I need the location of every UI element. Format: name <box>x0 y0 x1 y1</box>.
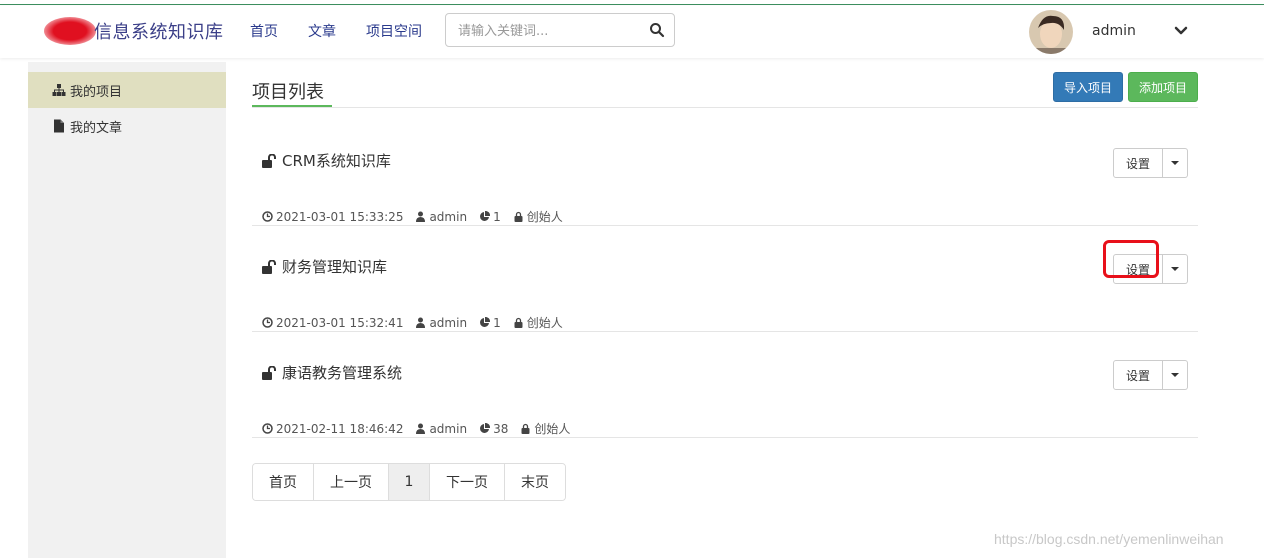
project-role: 创始人 <box>526 210 563 224</box>
project-author: admin <box>429 209 468 224</box>
project-row[interactable]: 财务管理知识库 设置 2021-03-01 15:32:41 admin 1 创… <box>252 226 1198 332</box>
project-meta: 2021-02-11 18:46:42 admin 38 创始人 <box>262 420 582 437</box>
nav-project-space[interactable]: 项目空间 <box>366 21 422 41</box>
project-doc-count: 1 <box>493 315 501 330</box>
clock-icon <box>262 211 273 222</box>
file-icon <box>54 119 64 133</box>
pie-chart-icon <box>480 423 491 433</box>
project-title[interactable]: CRM系统知识库 <box>262 150 391 171</box>
user-icon <box>416 317 426 328</box>
top-navbar: 信息系统知识库 首页 文章 项目空间 admin <box>0 6 1264 58</box>
clock-icon <box>262 317 273 328</box>
search-box <box>445 13 675 47</box>
lock-role-icon <box>514 211 523 222</box>
project-role: 创始人 <box>534 422 571 436</box>
caret-down-icon <box>1171 267 1179 271</box>
project-doc-count: 1 <box>493 209 501 224</box>
lock-role-icon <box>521 423 530 434</box>
user-avatar[interactable] <box>1029 10 1073 54</box>
project-settings-group: 设置 <box>1113 148 1188 178</box>
pie-chart-icon <box>480 317 491 327</box>
project-name: 康语教务管理系统 <box>282 364 403 382</box>
project-date: 2021-02-11 18:46:42 <box>276 421 404 436</box>
sidebar-item-my-projects[interactable]: 我的项目 <box>28 72 226 108</box>
nav-home[interactable]: 首页 <box>250 21 278 41</box>
project-settings-group: 设置 <box>1113 360 1188 390</box>
sidebar-item-my-articles[interactable]: 我的文章 <box>28 108 226 144</box>
sidebar: 我的项目 我的文章 <box>28 62 226 558</box>
chevron-down-icon[interactable] <box>1173 24 1189 38</box>
settings-dropdown-toggle[interactable] <box>1163 360 1188 390</box>
unlock-icon <box>262 365 276 380</box>
sidebar-item-label: 我的项目 <box>70 84 123 100</box>
unlock-icon <box>262 153 276 168</box>
add-project-button[interactable]: 添加项目 <box>1128 72 1198 102</box>
pagination: 首页 上一页 1 下一页 末页 <box>252 463 566 501</box>
username[interactable]: admin <box>1092 23 1136 39</box>
caret-down-icon <box>1171 373 1179 377</box>
page-next[interactable]: 下一页 <box>430 464 505 500</box>
watermark: https://blog.csdn.net/yemenlinweihan <box>994 531 1224 547</box>
top-accent-line <box>0 0 1264 5</box>
redacted-logo-mark <box>44 17 96 45</box>
search-input[interactable] <box>458 21 638 41</box>
project-row[interactable]: 康语教务管理系统 设置 2021-02-11 18:46:42 admin 38… <box>252 332 1198 438</box>
search-icon[interactable] <box>649 22 665 38</box>
caret-down-icon <box>1171 161 1179 165</box>
page-prev[interactable]: 上一页 <box>314 464 389 500</box>
page-current[interactable]: 1 <box>389 464 430 500</box>
sidebar-item-label: 我的文章 <box>70 120 123 136</box>
import-project-button[interactable]: 导入项目 <box>1053 72 1123 102</box>
project-author: admin <box>429 421 468 436</box>
project-date: 2021-03-01 15:32:41 <box>276 315 404 330</box>
project-row[interactable]: CRM系统知识库 设置 2021-03-01 15:33:25 admin 1 … <box>252 120 1198 226</box>
red-highlight-box <box>1103 240 1159 278</box>
brand-title: 信息系统知识库 <box>94 22 224 43</box>
page-first[interactable]: 首页 <box>253 464 314 500</box>
project-author: admin <box>429 315 468 330</box>
user-icon <box>416 423 426 434</box>
nav-articles[interactable]: 文章 <box>308 21 336 41</box>
brand-logo[interactable]: 信息系统知识库 <box>44 16 224 46</box>
user-icon <box>416 211 426 222</box>
unlock-icon <box>262 259 276 274</box>
project-meta: 2021-03-01 15:33:25 admin 1 创始人 <box>262 208 575 225</box>
project-name: 财务管理知识库 <box>282 258 388 276</box>
settings-dropdown-toggle[interactable] <box>1163 254 1188 284</box>
project-meta: 2021-03-01 15:32:41 admin 1 创始人 <box>262 314 575 331</box>
settings-button[interactable]: 设置 <box>1113 360 1163 390</box>
project-role: 创始人 <box>526 316 563 330</box>
project-date: 2021-03-01 15:33:25 <box>276 209 404 224</box>
project-doc-count: 38 <box>493 421 509 436</box>
pie-chart-icon <box>480 211 491 221</box>
title-divider <box>252 107 1198 108</box>
page-last[interactable]: 末页 <box>505 464 565 500</box>
lock-role-icon <box>514 317 523 328</box>
project-title[interactable]: 财务管理知识库 <box>262 256 387 277</box>
settings-button[interactable]: 设置 <box>1113 148 1163 178</box>
settings-dropdown-toggle[interactable] <box>1163 148 1188 178</box>
clock-icon <box>262 423 273 434</box>
sitemap-icon <box>52 84 66 96</box>
project-name: CRM系统知识库 <box>282 152 391 170</box>
project-title[interactable]: 康语教务管理系统 <box>262 362 402 383</box>
